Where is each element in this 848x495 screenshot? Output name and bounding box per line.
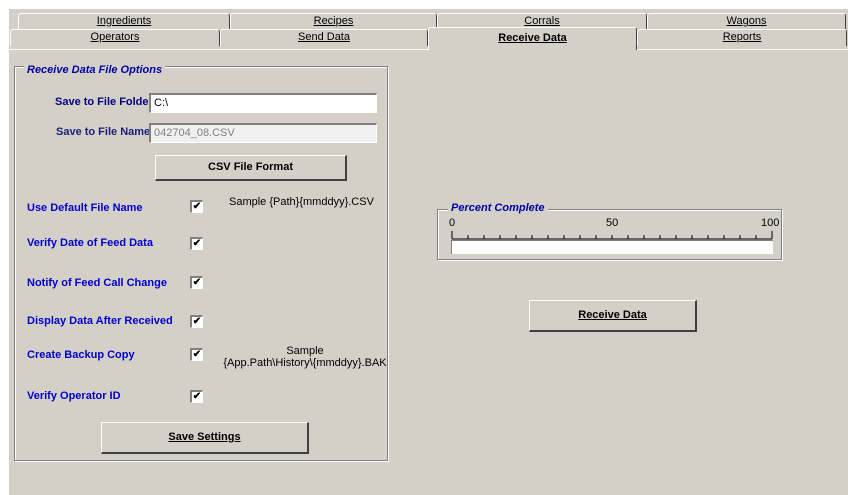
use-default-file-name-checkbox[interactable]: ✔ — [190, 200, 203, 213]
progress-bar — [451, 240, 773, 254]
tab-wagons-label: Wagons — [726, 15, 767, 27]
verify-operator-checkbox[interactable]: ✔ — [190, 390, 203, 403]
receive-data-button[interactable]: Receive Data — [529, 300, 697, 332]
verify-operator-label: Verify Operator ID — [27, 390, 121, 402]
tab-wagons[interactable]: Wagons — [647, 13, 846, 29]
backup-sample-line1: Sample — [286, 345, 324, 357]
receive-options-legend: Receive Data File Options — [24, 64, 166, 76]
tab-receive-data[interactable]: Receive Data — [428, 27, 637, 50]
display-data-label: Display Data After Received — [27, 315, 173, 327]
notify-feed-call-label: Notify of Feed Call Change — [27, 277, 167, 289]
tab-ingredients-label: Ingredients — [96, 15, 152, 27]
scale-min-label: 0 — [449, 217, 456, 229]
default-file-name-sample: Sample {Path}{mmddyy}.CSV — [229, 196, 374, 208]
create-backup-checkbox[interactable]: ✔ — [190, 348, 203, 361]
create-backup-label: Create Backup Copy — [27, 349, 135, 361]
notify-feed-call-checkbox[interactable]: ✔ — [190, 276, 203, 289]
display-data-checkbox[interactable]: ✔ — [190, 315, 203, 328]
tab-operators-label: Operators — [90, 31, 140, 43]
csv-file-format-button[interactable]: CSV File Format — [155, 155, 347, 181]
backup-file-sample: Sample {App.Path\History\{mmddyy}.BAK — [215, 345, 395, 369]
scale-max-label: 100 — [761, 217, 780, 229]
receive-data-label: Receive Data — [578, 309, 647, 321]
scale-mid-label: 50 — [606, 217, 619, 229]
verify-date-label: Verify Date of Feed Data — [27, 237, 153, 249]
tab-send-data[interactable]: Send Data — [220, 29, 428, 46]
save-settings-button[interactable]: Save Settings — [101, 422, 309, 454]
tab-operators[interactable]: Operators — [10, 29, 220, 46]
tab-receive-data-label: Receive Data — [498, 32, 567, 44]
backup-sample-line2: {App.Path\History\{mmddyy}.BAK — [223, 357, 387, 369]
tab-recipes[interactable]: Recipes — [230, 13, 437, 29]
tab-reports-label: Reports — [722, 31, 762, 43]
percent-complete-legend: Percent Complete — [448, 202, 548, 214]
tab-recipes-label: Recipes — [313, 15, 354, 27]
tab-corrals-label: Corrals — [524, 15, 560, 27]
use-default-file-name-label: Use Default File Name — [27, 202, 143, 214]
file-name-input[interactable]: 042704_08.CSV — [149, 123, 377, 143]
save-settings-label: Save Settings — [168, 431, 241, 443]
tab-reports[interactable]: Reports — [637, 29, 847, 46]
tab-ingredients[interactable]: Ingredients — [18, 13, 230, 29]
file-name-label: Save to File Name — [56, 126, 151, 138]
folder-input[interactable]: C:\ — [149, 93, 377, 113]
tab-send-data-label: Send Data — [298, 31, 350, 43]
verify-date-checkbox[interactable]: ✔ — [190, 237, 203, 250]
folder-label: Save to File Folder — [55, 96, 153, 108]
